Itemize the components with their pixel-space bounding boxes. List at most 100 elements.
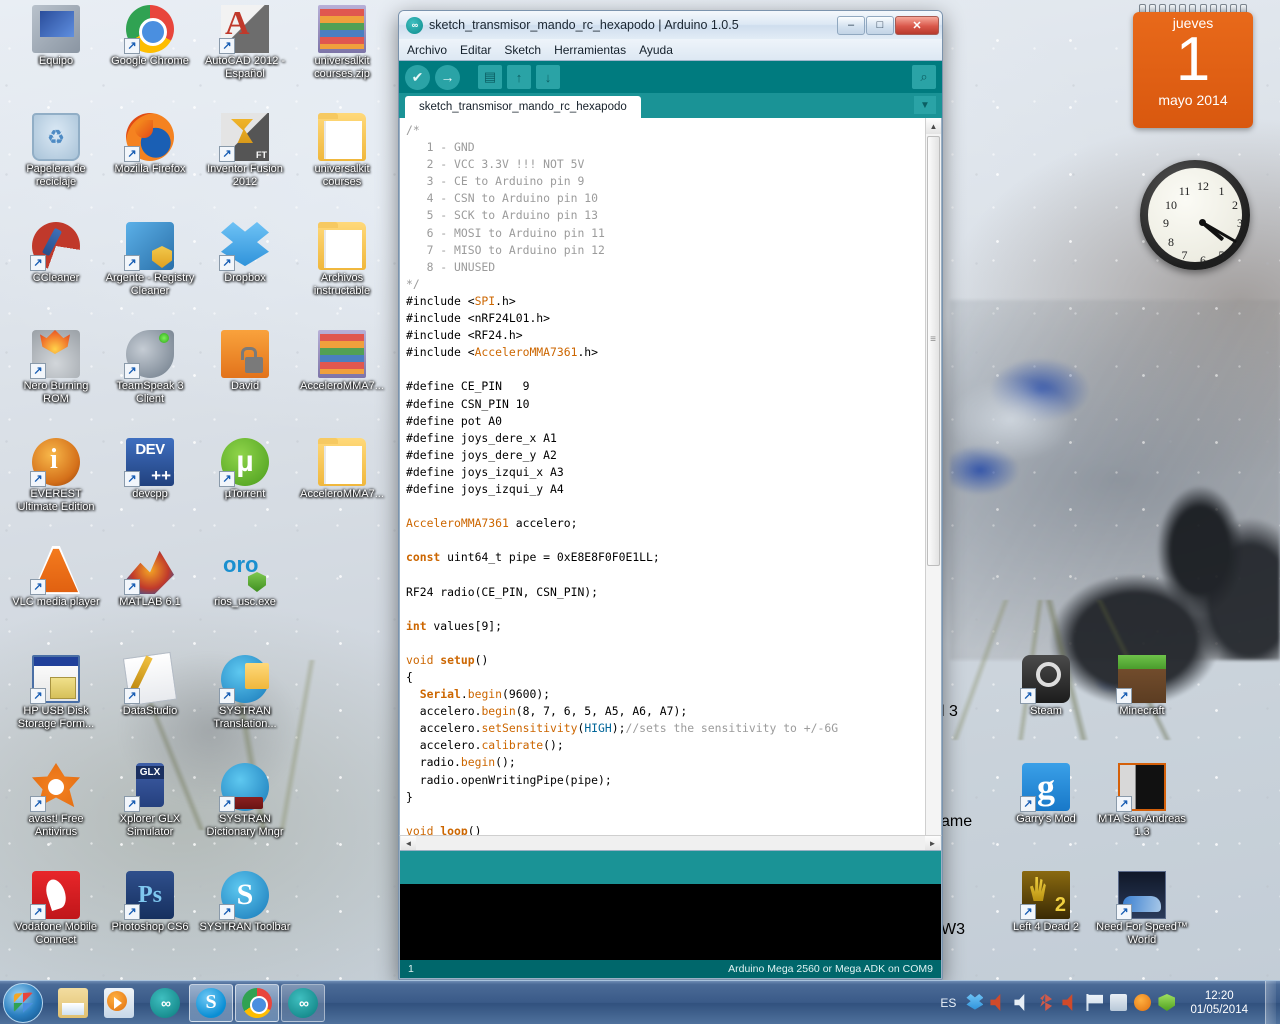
ide-toolbar[interactable]: ✔ → ▤ ↑ ↓ ⌕ xyxy=(399,60,942,93)
menu-editar[interactable]: Editar xyxy=(460,43,491,57)
minimize-button[interactable]: – xyxy=(837,15,865,35)
console-output[interactable] xyxy=(399,884,942,960)
shield-ok-icon[interactable] xyxy=(1158,994,1176,1011)
desktop-icon[interactable]: Left 4 Dead 2 xyxy=(1000,871,1092,934)
scroll-up-arrow[interactable]: ▲ xyxy=(925,118,941,134)
desktop-icon[interactable]: SYSTRAN Toolbar xyxy=(199,871,291,934)
close-button[interactable]: ✕ xyxy=(895,15,939,35)
desktop-icon[interactable]: EVEREST Ultimate Edition xyxy=(10,438,102,513)
menubar[interactable]: Archivo Editar Sketch Herramientas Ayuda xyxy=(399,39,942,60)
desktop-icon[interactable]: Mozilla Firefox xyxy=(104,113,196,176)
window-titlebar[interactable]: ∞ sketch_transmisor_mando_rc_hexapodo | … xyxy=(399,11,942,39)
desktop-icon[interactable]: MATLAB 6.1 xyxy=(104,546,196,609)
speaker-icon[interactable] xyxy=(1062,994,1073,1011)
menu-sketch[interactable]: Sketch xyxy=(504,43,541,57)
calendar-gadget[interactable]: jueves 1 mayo 2014 xyxy=(1133,4,1253,132)
clock-gadget[interactable]: 121234567891011 xyxy=(1140,160,1250,270)
desktop-icon[interactable]: universalkit courses xyxy=(296,113,388,188)
editor-vertical-scrollbar[interactable]: ▲ xyxy=(925,118,941,835)
taskbar[interactable]: ∞ S ∞ ES 12:20 01/05/2014 xyxy=(0,980,1280,1024)
desktop-icon[interactable]: SYSTRAN Translation... xyxy=(199,655,291,730)
menu-herramientas[interactable]: Herramientas xyxy=(554,43,626,57)
desktop-icon[interactable]: Photoshop CS6 xyxy=(104,871,196,934)
desktop-icon-label: Vodafone Mobile Connect xyxy=(15,921,97,946)
taskbar-items[interactable]: ∞ S ∞ xyxy=(51,983,325,1022)
serial-monitor-button[interactable]: ⌕ xyxy=(912,65,936,89)
tab-strip[interactable]: sketch_transmisor_mando_rc_hexapodo ▼ xyxy=(399,93,942,118)
desktop-icon[interactable]: HP USB Disk Storage Form... xyxy=(10,655,102,730)
vscroll-track[interactable] xyxy=(925,134,941,835)
desktop-icon[interactable]: TeamSpeak 3 Client xyxy=(104,330,196,405)
desktop-icon[interactable]: Equipo xyxy=(10,5,102,68)
network-icon[interactable] xyxy=(1110,994,1128,1011)
code-text[interactable]: /* 1 - GND 2 - VCC 3.3V !!! NOT 5V 3 - C… xyxy=(400,118,925,835)
code-editor[interactable]: /* 1 - GND 2 - VCC 3.3V !!! NOT 5V 3 - C… xyxy=(399,118,942,835)
oro-icon xyxy=(221,546,269,594)
desktop-icon[interactable]: Archivos instructable xyxy=(296,222,388,297)
avast-tray-icon[interactable] xyxy=(1134,994,1152,1011)
menu-ayuda[interactable]: Ayuda xyxy=(639,43,673,57)
desktop-icon[interactable]: AutoCAD 2012 - Español xyxy=(199,5,291,80)
desktop-icon[interactable]: Inventor Fusion 2012 xyxy=(199,113,291,188)
desktop-icon[interactable]: SYSTRAN Dictionary Mngr xyxy=(199,763,291,838)
desktop-icon[interactable]: universalkit courses.zip xyxy=(296,5,388,80)
new-button[interactable]: ▤ xyxy=(478,65,502,89)
editor-horizontal-scrollbar[interactable]: ◄ ► xyxy=(399,835,942,851)
desktop-icon[interactable]: MTA San Andreas 1.3 xyxy=(1096,763,1188,838)
desktop-icon[interactable]: David xyxy=(199,330,291,393)
desktop-icon[interactable]: Minecraft xyxy=(1096,655,1188,718)
desktop-icon[interactable]: AcceleroMMA7... xyxy=(296,438,388,501)
arduino-ide-window[interactable]: ∞ sketch_transmisor_mando_rc_hexapodo | … xyxy=(398,10,943,980)
desktop-icon[interactable]: Xplorer GLX Simulator xyxy=(104,763,196,838)
desktop-icon[interactable]: devcpp xyxy=(104,438,196,501)
desktop-icon[interactable]: µTorrent xyxy=(199,438,291,501)
taskbar-skype[interactable]: S xyxy=(189,983,233,1022)
flag-action-center-icon[interactable] xyxy=(1086,994,1104,1011)
taskbar-arduino-window[interactable]: ∞ xyxy=(281,983,325,1022)
show-desktop-button[interactable] xyxy=(1265,980,1276,1024)
volume-icon[interactable] xyxy=(1014,994,1025,1011)
desktop-icon[interactable]: Steam xyxy=(1000,655,1092,718)
start-button[interactable] xyxy=(3,982,43,1023)
desktop-icon[interactable]: AcceleroMMA7... xyxy=(296,330,388,393)
desktop-icon[interactable]: Garry's Mod xyxy=(1000,763,1092,826)
verify-button[interactable]: ✔ xyxy=(405,64,430,90)
upload-button[interactable]: → xyxy=(435,64,460,90)
tab-menu-button[interactable]: ▼ xyxy=(914,96,936,114)
tray-clock[interactable]: 12:20 01/05/2014 xyxy=(1182,989,1256,1017)
desktop-icon[interactable]: Dropbox xyxy=(199,222,291,285)
tab-sketch[interactable]: sketch_transmisor_mando_rc_hexapodo xyxy=(405,96,641,118)
desktop-icon[interactable]: VLC media player xyxy=(10,546,102,609)
desktop[interactable]: Equipo Google Chrome AutoCAD 2012 - Españo… xyxy=(0,0,1280,1024)
taskbar-chrome[interactable] xyxy=(235,983,279,1022)
taskbar-explorer[interactable] xyxy=(51,984,95,1022)
code-line: int values[9]; xyxy=(406,618,503,633)
system-tray[interactable]: ES 12:20 01/05/2014 xyxy=(940,980,1280,1024)
tray-language[interactable]: ES xyxy=(940,996,956,1010)
desktop-icon[interactable]: CCleaner xyxy=(10,222,102,285)
desktop-icon[interactable]: Argente - Registry Cleaner xyxy=(104,222,196,297)
vscroll-thumb[interactable] xyxy=(926,136,940,566)
scroll-right-arrow[interactable]: ► xyxy=(925,836,940,850)
desktop-icon[interactable]: avast! Free Antivirus xyxy=(10,763,102,838)
volume-muted-icon[interactable] xyxy=(990,994,1001,1011)
taskbar-wmp[interactable] xyxy=(97,984,141,1022)
desktop-icon[interactable]: rios_usc.exe xyxy=(199,546,291,609)
save-button[interactable]: ↓ xyxy=(536,65,560,89)
desktop-icon[interactable]: Nero Burning ROM xyxy=(10,330,102,405)
maximize-button[interactable]: □ xyxy=(866,15,894,35)
desktop-icon[interactable]: Need For Speed™ World xyxy=(1096,871,1188,946)
desktop-icon[interactable]: DataStudio xyxy=(104,651,196,718)
taskbar-arduino-pinned[interactable]: ∞ xyxy=(143,984,187,1022)
shortcut-overlay-icon xyxy=(124,363,140,379)
bluetooth-icon[interactable] xyxy=(1040,994,1053,1011)
scroll-left-arrow[interactable]: ◄ xyxy=(401,836,416,850)
menu-archivo[interactable]: Archivo xyxy=(407,43,447,57)
open-button[interactable]: ↑ xyxy=(507,65,531,89)
dropbox-tray-icon[interactable] xyxy=(966,994,984,1010)
code-line: #define pot A0 xyxy=(406,413,503,428)
desktop-icon[interactable]: Vodafone Mobile Connect xyxy=(10,871,102,946)
desktop-icon[interactable]: Google Chrome xyxy=(104,5,196,68)
desktop-icon[interactable]: Papelera de reciclaje xyxy=(10,113,102,188)
shortcut-overlay-icon xyxy=(219,471,235,487)
